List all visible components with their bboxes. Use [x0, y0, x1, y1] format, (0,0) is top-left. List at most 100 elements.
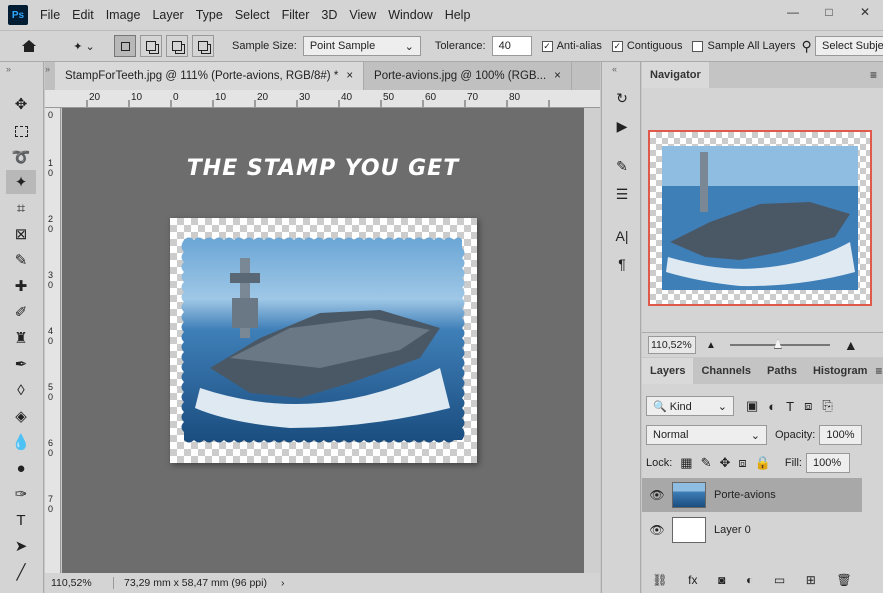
select-subject-button[interactable]: Select Subjec [815, 36, 883, 56]
layer-filter-select[interactable]: 🔍 Kind ⌄ [646, 396, 734, 416]
menu-layer[interactable]: Layer [152, 8, 183, 22]
zoom-slider[interactable] [729, 339, 830, 349]
tab-layers[interactable]: Layers [642, 358, 694, 384]
tab-paths[interactable]: Paths [759, 358, 805, 384]
adjustment-filter-icon[interactable]: ◐ [768, 399, 776, 414]
lock-transparent-icon[interactable]: ▦ [680, 455, 692, 471]
menu-type[interactable]: Type [196, 8, 223, 22]
pen-tool-icon[interactable]: ✑ [6, 482, 36, 506]
close-tab-icon[interactable]: × [554, 70, 561, 82]
tab-porte-avions[interactable]: Porte-avions.jpg @ 100% (RGB... × [364, 62, 572, 90]
dodge-tool-icon[interactable]: ● [6, 456, 36, 480]
lock-pixels-icon[interactable]: ✎ [701, 455, 712, 471]
new-selection-icon[interactable] [114, 35, 136, 57]
minimize-button[interactable]: — [775, 0, 811, 24]
new-group-icon[interactable]: ▭ [774, 573, 785, 587]
new-adjustment-icon[interactable]: ◐ [746, 573, 753, 587]
zoom-level[interactable]: 110,52% [51, 577, 101, 589]
vertical-scrollbar[interactable] [584, 108, 600, 573]
lock-position-icon[interactable]: ✥ [720, 455, 731, 471]
add-selection-icon[interactable] [140, 35, 162, 57]
shape-filter-icon[interactable]: ⧈ [804, 398, 812, 414]
sample-all-layers-checkbox[interactable]: Sample All Layers [692, 40, 796, 52]
layer-row-layer-0[interactable]: 👁 Layer 0 [642, 513, 862, 547]
paint-bucket-icon[interactable]: ◈ [6, 404, 36, 428]
pixel-filter-icon[interactable]: ▣ [746, 398, 758, 414]
magic-wand-tool-icon[interactable]: ✦ [6, 170, 36, 194]
eraser-tool-icon[interactable]: ◊ [6, 378, 36, 402]
canvas-area[interactable]: THE STAMP YOU GET [62, 108, 584, 573]
fill-field[interactable]: 100% [805, 453, 850, 473]
crop-tool-icon[interactable]: ⌗ [6, 196, 36, 220]
menu-view[interactable]: View [349, 8, 376, 22]
adjustments-icon[interactable]: ☰ [611, 184, 633, 204]
add-mask-icon[interactable]: ◙ [718, 573, 725, 587]
anti-alias-checkbox[interactable]: ✓ Anti-alias [541, 40, 602, 52]
marquee-tool-icon[interactable] [6, 119, 36, 143]
magic-wand-preset-icon[interactable]: ✦ ⌄ [64, 35, 104, 57]
tab-navigator[interactable]: Navigator [642, 62, 709, 88]
history-brush-icon[interactable]: ✒ [6, 352, 36, 376]
restore-button[interactable]: □ [811, 0, 847, 24]
line-tool-icon[interactable]: ╱ [6, 560, 36, 584]
history-icon[interactable]: ↻ [611, 88, 633, 108]
search-icon[interactable]: ⚲ [802, 38, 812, 55]
sample-size-select[interactable]: Point Sample ⌄ [302, 36, 421, 56]
tab-histogram[interactable]: Histogram [805, 358, 875, 384]
document-canvas[interactable] [170, 218, 477, 463]
panel-menu-icon[interactable]: ≡ [875, 364, 882, 378]
close-button[interactable]: ✕ [847, 0, 883, 24]
navigator-zoom-field[interactable]: 110,52% [648, 336, 696, 354]
path-selection-icon[interactable]: ➤ [6, 534, 36, 558]
menu-edit[interactable]: Edit [72, 8, 94, 22]
healing-brush-icon[interactable]: ✚ [6, 274, 36, 298]
contiguous-checkbox[interactable]: ✓ Contiguous [611, 40, 682, 52]
lock-artboard-icon[interactable]: ⧈ [738, 455, 746, 471]
fx-icon[interactable]: fx [688, 573, 697, 587]
actions-play-icon[interactable]: ▶ [611, 116, 633, 136]
zoom-in-icon[interactable]: ▲ [844, 337, 858, 353]
visibility-eye-icon[interactable]: 👁 [642, 523, 672, 537]
type-filter-icon[interactable]: T [786, 399, 794, 414]
paragraph-icon[interactable]: ¶ [611, 254, 633, 274]
clone-stamp-icon[interactable]: ♜ [6, 326, 36, 350]
close-tab-icon[interactable]: × [346, 70, 353, 82]
type-tool-icon[interactable]: T [6, 508, 36, 532]
menu-select[interactable]: Select [235, 8, 270, 22]
home-icon[interactable] [14, 35, 44, 57]
zoom-slider-handle[interactable] [773, 339, 782, 349]
lasso-tool-icon[interactable]: ➰ [6, 145, 36, 169]
brush-tool-icon[interactable]: ✐ [6, 300, 36, 324]
zoom-out-icon[interactable]: ▲ [706, 340, 716, 351]
intersect-selection-icon[interactable] [192, 35, 214, 57]
smart-object-filter-icon[interactable]: ⎘ [822, 398, 832, 414]
panel-menu-icon[interactable]: ≡ [870, 68, 877, 82]
brush-settings-icon[interactable]: ✎ [611, 156, 633, 176]
tolerance-input[interactable]: 40 [491, 36, 532, 56]
visibility-eye-icon[interactable]: 👁 [642, 488, 672, 502]
move-tool-icon[interactable]: ✥ [6, 92, 36, 116]
eyedropper-tool-icon[interactable]: ✎ [6, 248, 36, 272]
opacity-field[interactable]: 100% [819, 425, 862, 445]
menu-window[interactable]: Window [388, 8, 432, 22]
link-layers-icon[interactable]: ⛓ [652, 573, 667, 587]
menu-filter[interactable]: Filter [282, 8, 310, 22]
status-arrow-icon[interactable]: › [281, 577, 285, 589]
blur-tool-icon[interactable]: 💧 [6, 430, 36, 454]
character-icon[interactable]: A| [611, 226, 633, 246]
lock-all-icon[interactable]: 🔒 [755, 455, 771, 471]
collapse-icon[interactable]: » [45, 62, 55, 90]
blend-mode-select[interactable]: Normal ⌄ [646, 425, 767, 445]
new-layer-icon[interactable]: ⊞ [806, 573, 816, 587]
navigator-preview[interactable] [648, 130, 872, 306]
tab-channels[interactable]: Channels [693, 358, 759, 384]
menu-3d[interactable]: 3D [321, 8, 337, 22]
menu-image[interactable]: Image [106, 8, 141, 22]
delete-layer-icon[interactable]: 🗑 [836, 573, 851, 587]
menu-help[interactable]: Help [445, 8, 471, 22]
collapse-icon[interactable]: « [612, 64, 617, 74]
tab-stampforteeth[interactable]: StampForTeeth.jpg @ 111% (Porte-avions, … [55, 62, 365, 90]
subtract-selection-icon[interactable] [166, 35, 188, 57]
layer-row-porte-avions[interactable]: 👁 Porte-avions [642, 478, 862, 512]
frame-tool-icon[interactable]: ⊠ [6, 222, 36, 246]
